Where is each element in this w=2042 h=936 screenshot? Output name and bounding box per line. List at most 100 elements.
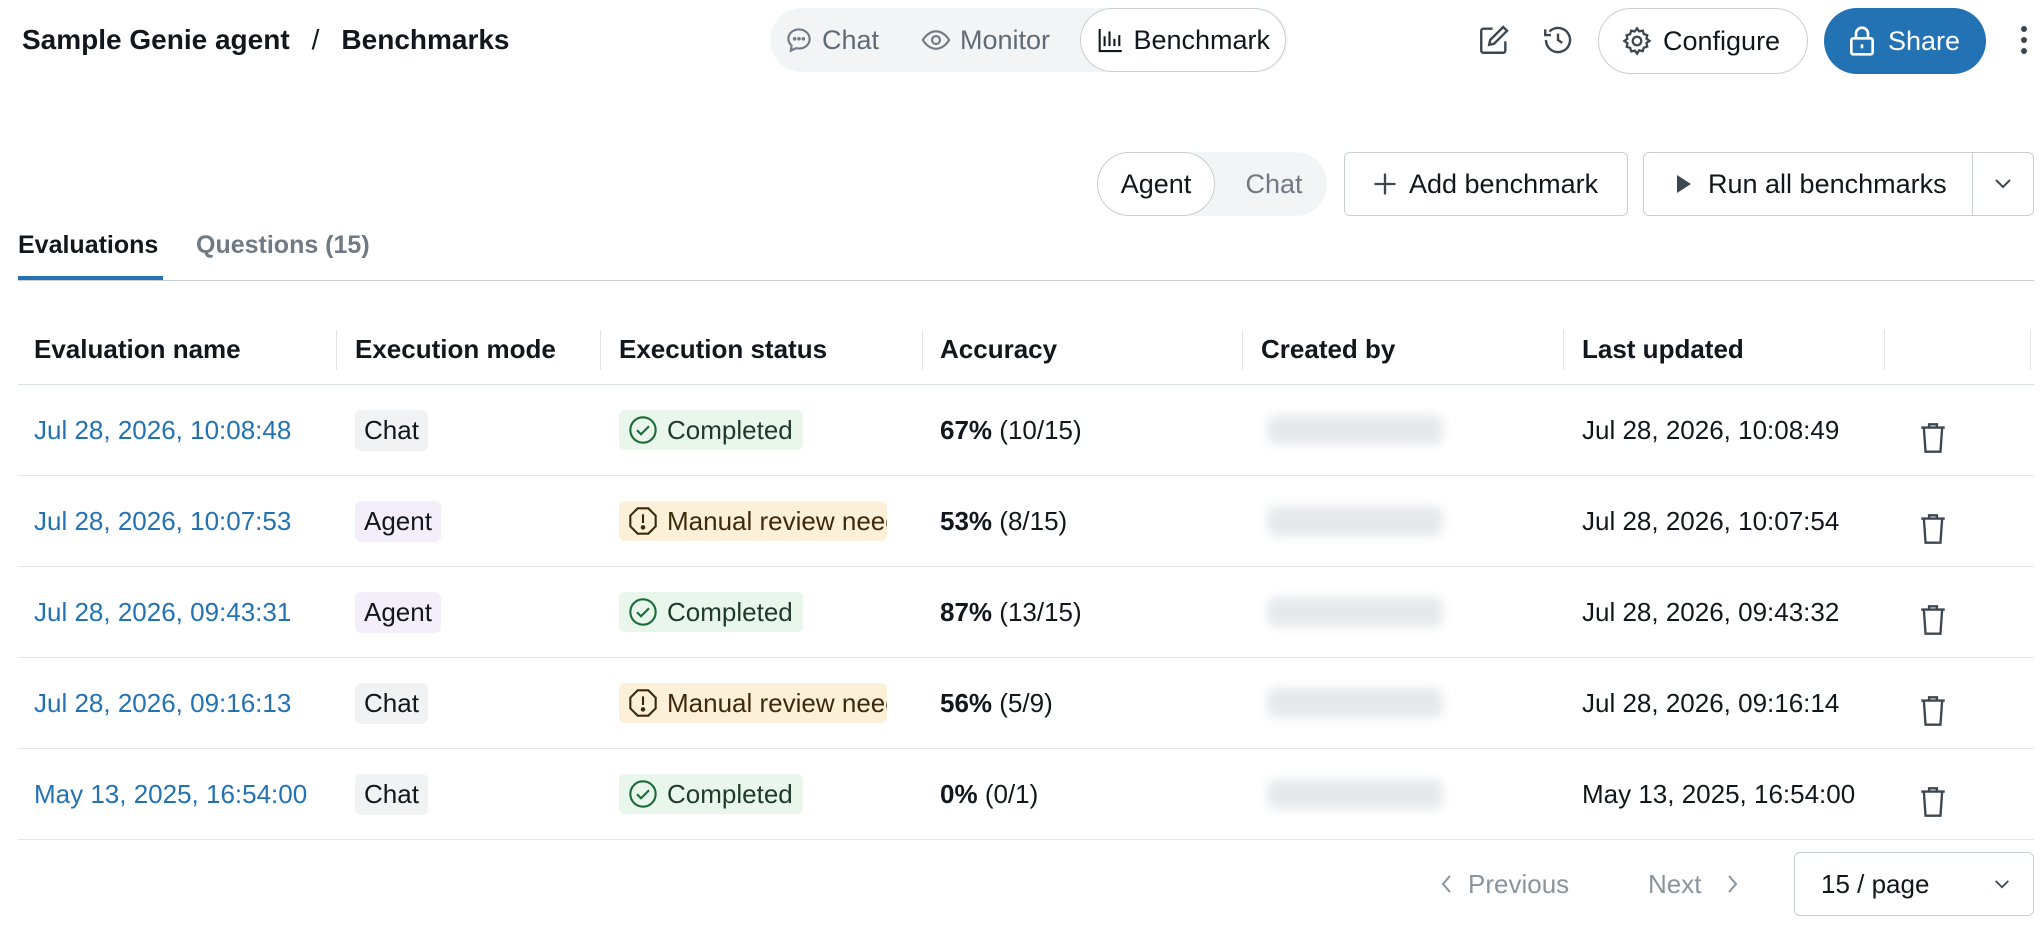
trash-icon xyxy=(1921,787,1945,817)
column-divider[interactable] xyxy=(922,330,923,370)
breadcrumb-agent[interactable]: Sample Genie agent xyxy=(22,24,290,56)
last-updated: Jul 28, 2026, 09:43:32 xyxy=(1582,596,1840,627)
view-toggle-agent[interactable]: Agent xyxy=(1097,152,1215,216)
accuracy-fraction: (8/15) xyxy=(999,505,1068,536)
chat-bubble-icon xyxy=(787,28,811,53)
history-button[interactable] xyxy=(1536,18,1580,62)
status-text: Manual review needed xyxy=(667,687,887,718)
status-badge: Manual review needed xyxy=(619,683,887,723)
status-text: Completed xyxy=(667,778,793,809)
created-by-redacted xyxy=(1267,779,1443,809)
header-last-updated: Last updated xyxy=(1582,334,1744,364)
chevron-down-icon xyxy=(1995,179,2011,189)
accuracy-fraction: (13/15) xyxy=(999,596,1082,627)
delete-button[interactable] xyxy=(1918,484,1948,574)
last-updated: Jul 28, 2026, 09:16:14 xyxy=(1582,687,1840,718)
tab-questions[interactable]: Questions (15) xyxy=(196,228,396,278)
previous-label: Previous xyxy=(1468,868,1570,899)
bar-chart-icon xyxy=(1098,28,1122,53)
table-row[interactable]: Jul 28, 2026, 09:16:13 Chat Manual revie… xyxy=(18,658,2034,749)
trash-icon xyxy=(1921,696,1945,726)
run-all-split-button: Run all benchmarks xyxy=(1643,152,2034,216)
status-text: Manual review needed xyxy=(667,505,887,536)
check-circle-icon xyxy=(629,598,657,626)
status-badge: Manual review needed xyxy=(619,501,887,541)
trash-icon xyxy=(1921,423,1945,453)
status-badge: Completed xyxy=(619,592,803,632)
evaluation-name-link[interactable]: Jul 28, 2026, 09:43:31 xyxy=(34,567,291,657)
configure-button[interactable]: Configure xyxy=(1598,8,1808,74)
chevron-down-icon xyxy=(1995,880,2009,889)
status-badge: Completed xyxy=(619,774,803,814)
check-circle-icon xyxy=(629,780,657,808)
tab-chat-label: Chat xyxy=(822,24,880,55)
edit-button[interactable] xyxy=(1472,18,1516,62)
column-divider[interactable] xyxy=(1563,330,1564,370)
previous-page-button[interactable]: Previous xyxy=(1440,852,1569,916)
run-all-benchmarks-button[interactable]: Run all benchmarks xyxy=(1644,153,1973,215)
last-updated: Jul 28, 2026, 10:08:49 xyxy=(1582,414,1840,445)
chevron-left-icon xyxy=(1441,875,1451,893)
eye-icon xyxy=(921,30,951,50)
evaluation-name-link[interactable]: Jul 28, 2026, 10:08:48 xyxy=(34,385,291,475)
last-updated: May 13, 2025, 16:54:00 xyxy=(1582,778,1856,809)
delete-button[interactable] xyxy=(1918,666,1948,756)
breadcrumb: Sample Genie agent / Benchmarks xyxy=(22,20,510,60)
evaluations-table: Evaluation name Execution mode Execution… xyxy=(18,316,2034,840)
column-divider[interactable] xyxy=(1884,330,1885,370)
chevron-right-icon xyxy=(1728,875,1738,893)
next-page-button[interactable]: Next xyxy=(1648,852,1739,916)
accuracy-fraction: (5/9) xyxy=(999,687,1053,718)
delete-button[interactable] xyxy=(1918,575,1948,665)
table-row[interactable]: May 13, 2025, 16:54:00 Chat Completed 0%… xyxy=(18,749,2034,840)
column-divider[interactable] xyxy=(1242,330,1243,370)
execution-mode-tag: Chat xyxy=(355,682,428,724)
created-by-redacted xyxy=(1267,415,1443,445)
header-created-by: Created by xyxy=(1261,334,1396,364)
add-benchmark-button[interactable]: Add benchmark xyxy=(1344,152,1628,216)
evaluation-name-link[interactable]: Jul 28, 2026, 10:07:53 xyxy=(34,476,291,566)
created-by-redacted xyxy=(1267,597,1443,627)
table-row[interactable]: Jul 28, 2026, 10:08:48 Chat Completed 67… xyxy=(18,385,2034,476)
header-execution-mode: Execution mode xyxy=(355,334,556,364)
plus-icon xyxy=(1374,173,1396,195)
execution-mode-tag: Chat xyxy=(355,773,428,815)
view-toggle-chat[interactable]: Chat xyxy=(1229,152,1319,216)
page-size-select[interactable]: 15 / page xyxy=(1794,852,2034,916)
evaluation-name-link[interactable]: May 13, 2025, 16:54:00 xyxy=(34,749,307,839)
tab-evaluations[interactable]: Evaluations xyxy=(18,228,163,280)
header-evaluation-name: Evaluation name xyxy=(34,334,241,364)
accuracy-percent: 87% xyxy=(940,596,993,627)
view-toggle: Agent Chat xyxy=(1097,152,1327,216)
share-button[interactable]: Share xyxy=(1824,8,1986,74)
tab-monitor[interactable]: Monitor xyxy=(920,8,1050,72)
column-divider[interactable] xyxy=(600,330,601,370)
trash-icon xyxy=(1921,605,1945,635)
table-row[interactable]: Jul 28, 2026, 09:43:31 Agent Completed 8… xyxy=(18,567,2034,658)
gear-icon xyxy=(1622,26,1652,56)
edit-icon xyxy=(1480,25,1509,54)
delete-button[interactable] xyxy=(1918,757,1948,847)
header-execution-status: Execution status xyxy=(619,334,828,364)
kebab-menu-icon xyxy=(2021,26,2027,54)
evaluation-name-link[interactable]: Jul 28, 2026, 09:16:13 xyxy=(34,658,291,748)
run-options-dropdown[interactable] xyxy=(1973,153,2033,215)
tab-chat[interactable]: Chat xyxy=(784,8,879,72)
mode-switch: Chat Monitor Benchmark xyxy=(770,8,1288,72)
created-by-redacted xyxy=(1267,506,1443,536)
more-options-button[interactable] xyxy=(2006,18,2042,62)
table-row[interactable]: Jul 28, 2026, 10:07:53 Agent Manual revi… xyxy=(18,476,2034,567)
page-title: Benchmarks xyxy=(341,24,510,55)
accuracy-fraction: (0/1) xyxy=(984,778,1039,809)
execution-mode-tag: Agent xyxy=(355,591,441,633)
tab-bar: Evaluations Questions (15) xyxy=(18,228,2034,281)
column-divider[interactable] xyxy=(2030,330,2031,370)
column-divider[interactable] xyxy=(336,330,337,370)
tab-benchmark[interactable]: Benchmark xyxy=(1080,8,1286,72)
history-icon xyxy=(1544,26,1572,54)
run-all-label: Run all benchmarks xyxy=(1708,168,1947,199)
share-label: Share xyxy=(1888,25,1961,56)
delete-button[interactable] xyxy=(1918,393,1948,483)
accuracy-percent: 53% xyxy=(940,505,993,536)
tab-benchmark-label: Benchmark xyxy=(1133,24,1270,55)
